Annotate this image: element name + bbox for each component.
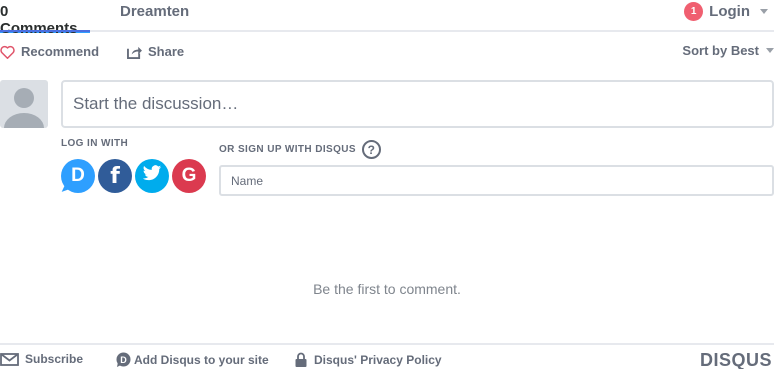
share-button[interactable]: Share <box>127 44 184 59</box>
disqus-icon: D <box>71 165 85 186</box>
privacy-label: Disqus' Privacy Policy <box>314 352 442 367</box>
top-nav: 0 Comments Dreamten 1 Login <box>0 0 774 37</box>
sort-dropdown[interactable]: Sort by Best <box>682 43 774 58</box>
footer: Subscribe D Add Disqus to your site Disq… <box>0 343 774 369</box>
recommend-button[interactable]: Recommend <box>0 44 99 59</box>
google-icon: G <box>181 165 197 186</box>
twitter-icon <box>142 164 162 188</box>
action-bar: Recommend Share Sort by Best <box>0 42 774 62</box>
login-label: Login <box>709 3 750 20</box>
help-icon[interactable]: ? <box>361 140 381 159</box>
disqus-brand-logo[interactable]: DISQUS <box>700 350 772 369</box>
name-field[interactable] <box>219 165 774 196</box>
sort-label: Sort by Best <box>682 43 759 58</box>
notification-badge: 1 <box>684 2 704 21</box>
avatar <box>0 80 48 128</box>
lock-icon <box>295 352 307 367</box>
active-tab-indicator <box>0 30 90 32</box>
share-icon <box>127 45 142 59</box>
google-login-button[interactable]: G <box>172 159 206 193</box>
comment-textarea[interactable]: Start the discussion… <box>61 80 774 128</box>
login-menu[interactable]: 1 Login <box>684 2 768 21</box>
tab-forum[interactable]: Dreamten <box>120 3 189 20</box>
subscribe-label: Subscribe <box>25 352 84 366</box>
recommend-label: Recommend <box>21 44 100 59</box>
empty-state-message: Be the first to comment. <box>313 281 461 297</box>
add-disqus-link[interactable]: D Add Disqus to your site <box>115 352 269 368</box>
envelope-icon <box>0 352 19 366</box>
share-label: Share <box>148 44 185 59</box>
login-with-label: LOG IN WITH <box>61 138 129 149</box>
subscribe-link[interactable]: Subscribe <box>0 352 83 366</box>
signup-label: OR SIGN UP WITH DISQUS <box>219 144 356 155</box>
chevron-down-icon <box>760 9 768 14</box>
disqus-login-button[interactable]: D <box>61 159 95 193</box>
facebook-icon: f <box>110 163 120 189</box>
signup-header: OR SIGN UP WITH DISQUS ? <box>219 140 381 159</box>
twitter-login-button[interactable] <box>135 159 169 193</box>
add-disqus-label: Add Disqus to your site <box>134 353 269 367</box>
chevron-down-icon <box>766 48 774 53</box>
heart-icon <box>0 45 15 59</box>
facebook-login-button[interactable]: f <box>98 159 132 193</box>
tab-comments[interactable]: 0 Comments <box>0 3 90 37</box>
disqus-logo-icon: D <box>115 352 131 368</box>
privacy-link[interactable]: Disqus' Privacy Policy <box>295 352 442 367</box>
svg-text:D: D <box>120 355 127 365</box>
